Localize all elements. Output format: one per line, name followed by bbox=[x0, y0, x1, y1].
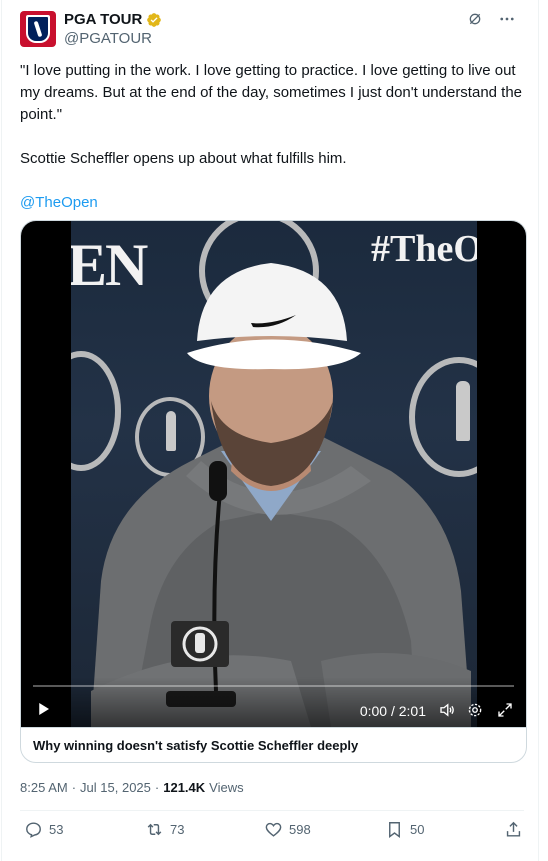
repost-icon bbox=[147, 823, 162, 836]
like-button[interactable]: 598 bbox=[264, 820, 311, 839]
tweet-time[interactable]: 8:25 AM bbox=[20, 780, 68, 795]
video-frame: EN #TheO bbox=[71, 221, 477, 727]
tweet-text: "I love putting in the work. I love gett… bbox=[20, 60, 525, 214]
reply-button[interactable]: 53 bbox=[24, 820, 63, 839]
video-progress-bar[interactable] bbox=[33, 685, 514, 687]
views-label: Views bbox=[209, 780, 244, 795]
pga-tour-logo-icon bbox=[26, 15, 50, 43]
share-icon bbox=[506, 821, 521, 837]
grok-icon[interactable] bbox=[466, 10, 484, 28]
share-button[interactable] bbox=[504, 820, 523, 839]
author-display-name[interactable]: PGA TOUR bbox=[64, 11, 142, 28]
repost-count: 73 bbox=[170, 822, 185, 837]
avatar[interactable] bbox=[20, 11, 56, 47]
tweet-body: Scottie Scheffler opens up about what fu… bbox=[20, 150, 347, 167]
tweet-meta: 8:25 AM · Jul 15, 2025 · 121.4K Views bbox=[20, 780, 244, 795]
bookmark-button[interactable]: 50 bbox=[385, 820, 424, 839]
play-icon[interactable] bbox=[33, 699, 53, 719]
bookmark-count: 50 bbox=[410, 822, 425, 837]
speaker-figure bbox=[91, 263, 471, 727]
tweet-card: PGA TOUR @PGATOUR "I love putting in the… bbox=[1, 0, 539, 861]
author-handle[interactable]: @PGATOUR bbox=[64, 30, 152, 47]
video-caption[interactable]: Why winning doesn't satisfy Scottie Sche… bbox=[21, 727, 526, 762]
action-bar: 53 73 598 50 bbox=[20, 820, 525, 844]
video-card[interactable]: EN #TheO 0:00 / 2:01 Why winning doesn't… bbox=[20, 220, 527, 763]
reply-count: 53 bbox=[49, 822, 64, 837]
views-count: 121.4K bbox=[163, 780, 206, 795]
author-name-row: PGA TOUR bbox=[64, 11, 162, 28]
meta-separator: · bbox=[71, 780, 77, 795]
volume-icon[interactable] bbox=[438, 701, 456, 719]
video-player[interactable]: EN #TheO 0:00 / 2:01 bbox=[21, 221, 526, 727]
like-count: 598 bbox=[289, 822, 311, 837]
mention-link[interactable]: @TheOpen bbox=[20, 194, 98, 211]
repost-button[interactable]: 73 bbox=[145, 820, 184, 839]
meta-separator: · bbox=[154, 780, 160, 795]
heart-icon bbox=[265, 822, 282, 837]
gold-verified-badge-icon[interactable] bbox=[146, 12, 162, 28]
fullscreen-icon[interactable] bbox=[496, 701, 514, 719]
more-icon[interactable] bbox=[498, 10, 516, 28]
reply-icon bbox=[26, 822, 41, 838]
divider bbox=[20, 810, 524, 811]
tweet-date[interactable]: Jul 15, 2025 bbox=[80, 780, 151, 795]
top-actions bbox=[466, 10, 516, 28]
settings-gear-icon[interactable] bbox=[466, 701, 484, 719]
bookmark-icon bbox=[389, 822, 400, 839]
video-time: 0:00 / 2:01 bbox=[359, 703, 426, 719]
tweet-quote: "I love putting in the work. I love gett… bbox=[20, 62, 523, 123]
video-controls: 0:00 / 2:01 bbox=[21, 677, 526, 727]
